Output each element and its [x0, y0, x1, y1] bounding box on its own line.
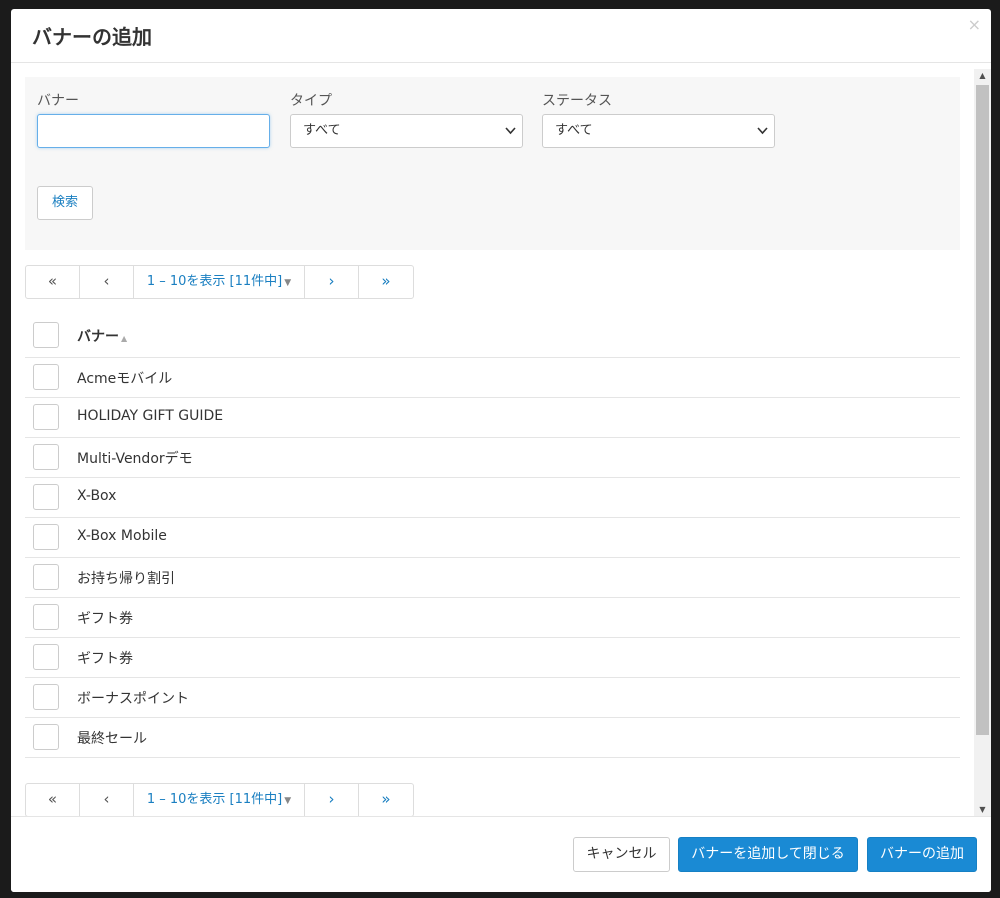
last-page-button[interactable]: »	[359, 266, 413, 298]
table-row: 最終セール	[25, 718, 960, 758]
chevron-down-icon	[505, 115, 516, 160]
column-header-text: バナー	[77, 329, 119, 345]
row-checkbox[interactable]	[33, 684, 59, 710]
cancel-button[interactable]: キャンセル	[573, 837, 670, 872]
row-checkbox[interactable]	[33, 524, 59, 550]
dialog-body: バナー タイプ すべて ステータス すべて 検索 « ‹ 1 – 10を表示 […	[11, 64, 991, 816]
row-checkbox[interactable]	[33, 484, 59, 510]
dialog-scrollbar[interactable]: ▲ ▼	[974, 69, 991, 817]
banner-name: Acmeモバイル	[77, 371, 173, 387]
row-checkbox[interactable]	[33, 604, 59, 630]
caret-down-icon: ▼	[284, 796, 292, 806]
banner-table: バナー ▲ Acmeモバイル HOLIDAY GIFT GUIDE Multi-V…	[25, 312, 960, 758]
status-select[interactable]: すべて	[542, 114, 775, 148]
dialog-header: バナーの追加 ×	[11, 9, 991, 63]
scrollbar-thumb[interactable]	[976, 85, 989, 735]
banner-name: HOLIDAY GIFT GUIDE	[77, 408, 224, 424]
type-select[interactable]: すべて	[290, 114, 523, 148]
scroll-down-icon[interactable]: ▼	[974, 803, 991, 817]
page-range-dropdown[interactable]: 1 – 10を表示 [11件中] ▼	[134, 266, 305, 298]
chevron-down-icon	[757, 115, 768, 160]
table-header: バナー ▲	[25, 312, 960, 358]
banner-search-input[interactable]	[37, 114, 270, 148]
table-row: ギフト券	[25, 638, 960, 678]
status-field-label: ステータス	[542, 93, 612, 109]
banner-name: X-Box Mobile	[77, 528, 167, 544]
row-checkbox[interactable]	[33, 404, 59, 430]
type-field-label: タイプ	[290, 93, 332, 109]
pagination-top: « ‹ 1 – 10を表示 [11件中] ▼ › »	[25, 265, 414, 299]
add-banner-dialog: バナーの追加 × バナー タイプ すべて ステータス すべて 検索 « ‹ 1 …	[11, 9, 991, 892]
row-checkbox[interactable]	[33, 444, 59, 470]
last-page-button[interactable]: »	[359, 784, 413, 816]
search-panel: バナー タイプ すべて ステータス すべて 検索	[25, 77, 960, 250]
banner-name: 最終セール	[77, 731, 147, 747]
caret-down-icon: ▼	[284, 278, 292, 288]
banner-field-label: バナー	[37, 93, 79, 109]
row-checkbox[interactable]	[33, 564, 59, 590]
table-row: お持ち帰り割引	[25, 558, 960, 598]
table-row: Acmeモバイル	[25, 358, 960, 398]
page-range-dropdown[interactable]: 1 – 10を表示 [11件中] ▼	[134, 784, 305, 816]
banner-name: Multi-Vendorデモ	[77, 451, 193, 467]
next-page-button[interactable]: ›	[305, 784, 359, 816]
table-row: X-Box	[25, 478, 960, 518]
column-header-banner[interactable]: バナー ▲	[77, 326, 127, 346]
page-range-text: 1 – 10を表示 [11件中]	[146, 792, 283, 807]
table-row: ギフト券	[25, 598, 960, 638]
banner-name: X-Box	[77, 488, 117, 504]
next-page-button[interactable]: ›	[305, 266, 359, 298]
dialog-footer: キャンセル バナーを追加して閉じる バナーの追加	[11, 816, 991, 892]
first-page-button[interactable]: «	[26, 784, 80, 816]
sort-up-icon: ▲	[121, 334, 128, 343]
prev-page-button[interactable]: ‹	[80, 266, 134, 298]
banner-name: お持ち帰り割引	[77, 571, 175, 587]
first-page-button[interactable]: «	[26, 266, 80, 298]
close-icon[interactable]: ×	[968, 15, 981, 34]
dialog-title: バナーの追加	[32, 25, 152, 49]
page-range-text: 1 – 10を表示 [11件中]	[146, 274, 283, 289]
add-banner-button[interactable]: バナーの追加	[867, 837, 977, 872]
prev-page-button[interactable]: ‹	[80, 784, 134, 816]
table-row: X-Box Mobile	[25, 518, 960, 558]
banner-name: ギフト券	[77, 611, 133, 627]
status-select-value: すべて	[555, 123, 593, 138]
type-select-value: すべて	[303, 123, 341, 138]
banner-name: ボーナスポイント	[77, 691, 189, 707]
add-and-close-button[interactable]: バナーを追加して閉じる	[678, 837, 858, 872]
search-button[interactable]: 検索	[37, 186, 93, 220]
row-checkbox[interactable]	[33, 644, 59, 670]
table-row: ボーナスポイント	[25, 678, 960, 718]
table-row: HOLIDAY GIFT GUIDE	[25, 398, 960, 438]
row-checkbox[interactable]	[33, 364, 59, 390]
select-all-checkbox[interactable]	[33, 322, 59, 348]
row-checkbox[interactable]	[33, 724, 59, 750]
table-row: Multi-Vendorデモ	[25, 438, 960, 478]
banner-name: ギフト券	[77, 651, 133, 667]
scroll-up-icon[interactable]: ▲	[974, 69, 991, 83]
pagination-bottom: « ‹ 1 – 10を表示 [11件中] ▼ › »	[25, 783, 414, 816]
